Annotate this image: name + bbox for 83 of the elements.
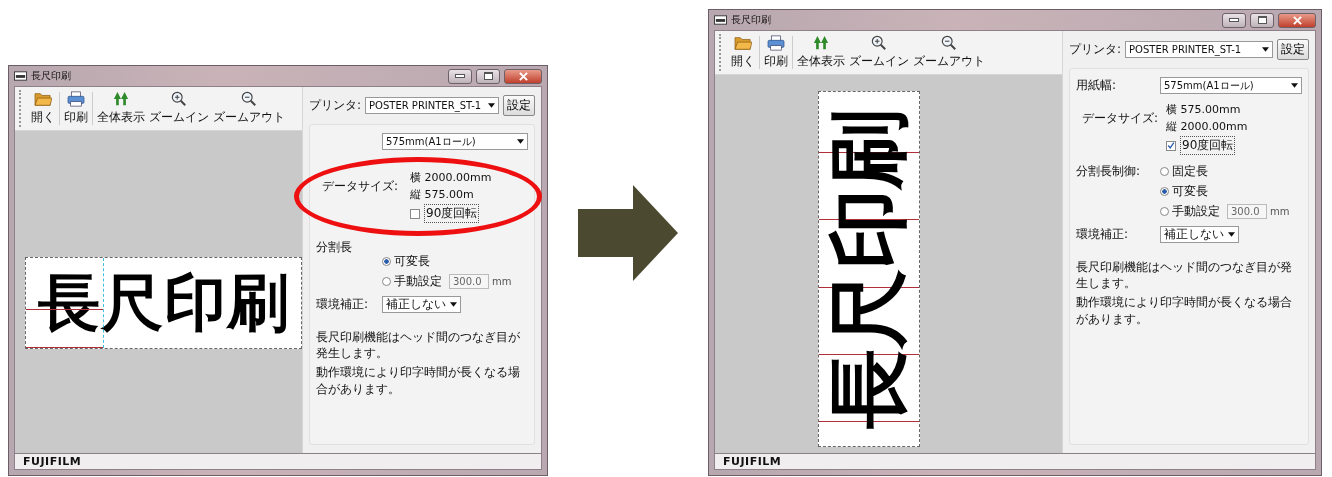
- zoom-in-icon: [870, 35, 888, 51]
- radio-label[interactable]: 手動設定: [394, 273, 442, 290]
- brand-logo: FUJIFILM: [723, 455, 782, 468]
- printer-dropdown[interactable]: POSTER PRINTER_ST-1: [1125, 41, 1273, 58]
- correction-dropdown[interactable]: 補正しない: [382, 296, 461, 313]
- window-icon: [14, 71, 27, 81]
- radio-label[interactable]: 固定長: [1172, 163, 1208, 180]
- checkbox[interactable]: [1166, 140, 1176, 151]
- radio-label[interactable]: 可変長: [1172, 183, 1208, 200]
- toolbar-button[interactable]: 開く: [729, 34, 757, 71]
- data-height-text: 縦 575.00m: [410, 187, 474, 202]
- close-button[interactable]: [1278, 12, 1316, 28]
- close-icon: [518, 71, 528, 81]
- window-title: 長尺印刷: [31, 69, 71, 83]
- brand-logo: FUJIFILM: [23, 455, 82, 468]
- maximize-button[interactable]: [1250, 12, 1274, 28]
- checkbox[interactable]: [410, 208, 420, 219]
- radio-button[interactable]: [1160, 187, 1169, 196]
- caret-icon: [1291, 83, 1298, 88]
- unit-label: mm: [492, 276, 512, 287]
- radio-button[interactable]: [382, 257, 391, 266]
- unit-label: mm: [1270, 206, 1290, 217]
- radio-button[interactable]: [1160, 207, 1169, 216]
- radio-label[interactable]: 手動設定: [1172, 203, 1220, 220]
- zoom-out-icon: [240, 91, 258, 107]
- data-width-text: 横 2000.00mm: [410, 170, 492, 185]
- toolbar-button[interactable]: ズームアウト: [211, 90, 287, 127]
- paper-width-dropdown[interactable]: 575mm(A1ロール): [1160, 77, 1302, 94]
- note-text: 動作環境により印字時間が長くなる場合があります。: [1076, 294, 1293, 327]
- printer-dropdown[interactable]: POSTER PRINTER_ST-1: [365, 97, 499, 114]
- printer-icon: [767, 35, 785, 51]
- note-text: 動作環境により印字時間が長くなる場合があります。: [316, 364, 521, 397]
- checkbox-label[interactable]: 90度回転: [424, 204, 480, 223]
- folder-icon: [734, 35, 752, 51]
- length-input[interactable]: 300.0: [1227, 204, 1267, 219]
- field-label: データサイズ:: [322, 177, 400, 195]
- field-label: データサイズ:: [1082, 109, 1160, 127]
- radio-label[interactable]: 可変長: [394, 253, 430, 270]
- printer-icon: [67, 91, 85, 107]
- zoom-out-icon: [940, 35, 958, 51]
- field-label: 環境補正:: [316, 296, 370, 313]
- correction-dropdown[interactable]: 補正しない: [1160, 226, 1239, 243]
- minimize-button[interactable]: [1222, 12, 1246, 28]
- settings-button[interactable]: 設定: [1277, 39, 1309, 60]
- checkbox-label[interactable]: 90度回転: [1180, 136, 1236, 155]
- window-icon: [714, 15, 727, 25]
- field-label: 分割長制御:: [1076, 163, 1142, 180]
- note-text: 長尺印刷機能はヘッド間のつなぎ目が発生します。: [316, 329, 521, 362]
- preview-text: 長尺印刷: [828, 109, 909, 429]
- close-button[interactable]: [504, 68, 542, 84]
- zoom-in-icon: [170, 91, 188, 107]
- caret-icon: [1228, 232, 1235, 237]
- paper-width-dropdown[interactable]: 575mm(A1ロール): [382, 133, 528, 150]
- settings-button[interactable]: 設定: [503, 95, 535, 116]
- note-text: 長尺印刷機能はヘッド間のつなぎ目が発生します。: [1076, 259, 1293, 292]
- toolbar-button[interactable]: 印刷: [62, 90, 90, 127]
- minimize-button[interactable]: [448, 68, 472, 84]
- caret-icon: [488, 103, 495, 108]
- field-label: 用紙幅:: [1076, 77, 1118, 94]
- field-label: 環境補正:: [1076, 226, 1130, 243]
- caret-icon: [1262, 47, 1269, 52]
- toolbar-button[interactable]: ズームイン: [147, 90, 211, 127]
- field-label: 分割長: [316, 239, 353, 256]
- right-arrow-icon: [578, 184, 678, 281]
- radio-button[interactable]: [1160, 167, 1169, 176]
- data-width-text: 横 575.00mm: [1166, 102, 1241, 117]
- toolbar-button[interactable]: 印刷: [762, 34, 790, 71]
- radio-button[interactable]: [382, 277, 391, 286]
- printer-label: プリンタ:: [1069, 41, 1122, 58]
- printer-label: プリンタ:: [309, 97, 362, 114]
- data-height-text: 縦 2000.00mm: [1166, 119, 1248, 134]
- caret-icon: [450, 302, 457, 307]
- caret-icon: [517, 139, 524, 144]
- maximize-button[interactable]: [476, 68, 500, 84]
- toolbar-button[interactable]: 全体表示: [795, 34, 847, 71]
- close-icon: [1292, 15, 1302, 25]
- toolbar-button[interactable]: 開く: [29, 90, 57, 127]
- folder-icon: [34, 91, 52, 107]
- window-title: 長尺印刷: [731, 13, 771, 27]
- length-input[interactable]: 300.0: [449, 274, 489, 289]
- toolbar-button[interactable]: ズームアウト: [911, 34, 987, 71]
- toolbar-button[interactable]: 全体表示: [95, 90, 147, 127]
- toolbar-button[interactable]: ズームイン: [847, 34, 911, 71]
